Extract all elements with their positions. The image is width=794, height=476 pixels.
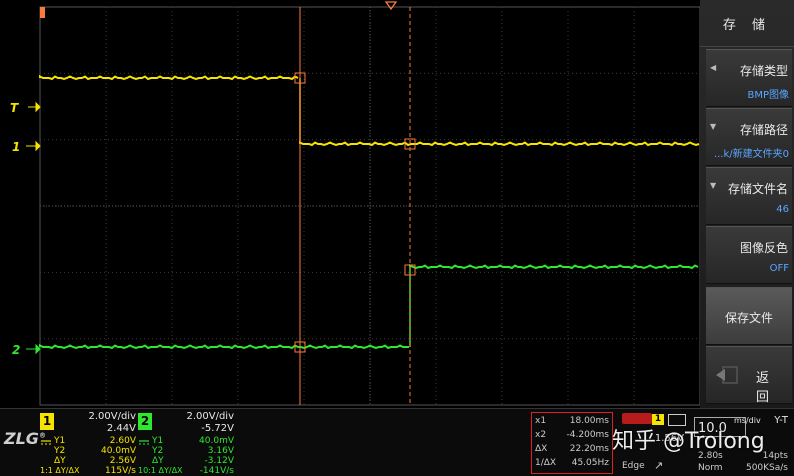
display-mode: Y-T <box>774 415 788 426</box>
cursor-x1-row: x1 18.00ms <box>535 416 609 426</box>
horizontal-offset-marker <box>40 7 45 18</box>
memory-points: 14pts <box>762 451 788 461</box>
dc-coupling-icon <box>139 440 149 445</box>
ch1-info[interactable]: 1 2.00V/div 2.44V Y1 Y2 ΔY 2.60V 40.0mV … <box>40 411 136 476</box>
ch2-dy-value: -3.12V <box>204 456 234 466</box>
trigger-type: Edge <box>622 461 645 471</box>
storage-path-value: ...k/新建文件夹0 <box>713 149 789 160</box>
cursor-freq-row: 1/ΔX 45.05Hz <box>535 458 609 468</box>
ch1-probe: 1:1 <box>40 466 53 475</box>
back-label: 返 回 <box>756 371 774 405</box>
scope-display: T 1 2 <box>10 1 701 406</box>
ch1-offset: 2.44V <box>106 423 136 434</box>
ch2-slope-key: ΔY/ΔX <box>158 466 183 475</box>
arrow-right-icon <box>26 140 41 152</box>
ch2-y1-key: Y1 <box>152 436 164 446</box>
arrow-right-icon <box>28 101 41 113</box>
ch2-ground-marker: 2 <box>12 343 20 357</box>
storage-type-value: BMP图像 <box>747 90 789 101</box>
ch1-y1-key: Y1 <box>54 436 66 446</box>
storage-path-label: 存储路径 <box>739 123 788 137</box>
ch1-slope-key: ΔY/ΔX <box>55 466 80 475</box>
softkey-storage-path[interactable]: ▼ 存储路径 ...k/新建文件夹0 <box>706 108 792 166</box>
back-arrow-icon <box>716 366 738 384</box>
softkey-back[interactable]: 返 回 <box>706 346 792 405</box>
ch2-info[interactable]: 2 2.00V/div -5.72V Y1 Y2 ΔY 40.0mV 3.16V… <box>138 411 234 476</box>
ch1-ground-marker: 1 <box>12 140 20 154</box>
softkey-file-name[interactable]: ▼ 存储文件名 46 <box>706 167 792 225</box>
sample-rate: 500KSa/s <box>745 463 788 473</box>
down-triangle-icon: ▼ <box>710 181 717 190</box>
zhihu-watermark: 知乎 @Trolong <box>612 429 765 454</box>
trigger-level-marker: T <box>10 101 19 115</box>
rising-edge-icon: ↗ <box>654 459 664 472</box>
file-name-value: 46 <box>776 204 789 215</box>
cursor-x2-row: x2 -4.200ms <box>535 430 609 440</box>
file-name-label: 存储文件名 <box>727 182 788 196</box>
softkey-storage-type[interactable]: ◀ 存储类型 BMP图像 <box>706 49 792 107</box>
ch2-badge: 2 <box>138 413 152 430</box>
menu-title: 存 储 <box>700 0 794 47</box>
ch2-probe: 10:1 <box>138 466 156 475</box>
save-file-label: 保存文件 <box>724 310 773 325</box>
invert-image-value: OFF <box>769 263 789 274</box>
ch1-y2-key: Y2 <box>54 446 66 456</box>
ch2-volts-per-div: 2.00V/div <box>186 411 234 422</box>
ch2-y2-value: 3.16V <box>207 446 234 456</box>
ch2-dy-key: ΔY <box>152 456 164 466</box>
ch1-y2-value: 40.0mV <box>101 446 136 456</box>
arrow-right-icon <box>26 343 41 355</box>
cursor-dx-row: ΔX 22.20ms <box>535 444 609 454</box>
softkey-save-file[interactable]: 保存文件 <box>706 287 792 345</box>
ch1-badge: 1 <box>40 413 54 430</box>
invert-image-label: 图像反色 <box>739 241 788 255</box>
ch1-volts-per-div: 2.00V/div <box>88 411 136 422</box>
ch2-offset: -5.72V <box>201 423 234 434</box>
acquire-mode: Norm <box>698 463 723 473</box>
status-bar: ZLG® 1 2.00V/div 2.44V Y1 Y2 ΔY 2.60V 40… <box>0 408 794 476</box>
ch1-dy-key: ΔY <box>54 456 66 466</box>
ch1-dy-value: 2.56V <box>109 456 136 466</box>
softkey-menu: 存 储 ◀ 存储类型 BMP图像 ▼ 存储路径 ...k/新建文件夹0 ▼ 存储… <box>700 0 794 408</box>
down-triangle-icon: ▼ <box>710 122 717 131</box>
storage-type-label: 存储类型 <box>739 64 788 78</box>
dc-coupling-icon <box>41 440 51 445</box>
ch1-y1-value: 2.60V <box>109 436 136 446</box>
softkey-invert-image[interactable]: 图像反色 OFF <box>706 226 792 284</box>
ch2-y2-key: Y2 <box>152 446 164 456</box>
ch2-y1-value: 40.0mV <box>199 436 234 446</box>
left-triangle-icon: ◀ <box>710 63 717 72</box>
cursor-measurements[interactable]: x1 18.00ms x2 -4.200ms ΔX 22.20ms 1/ΔX 45.05… <box>531 412 613 474</box>
